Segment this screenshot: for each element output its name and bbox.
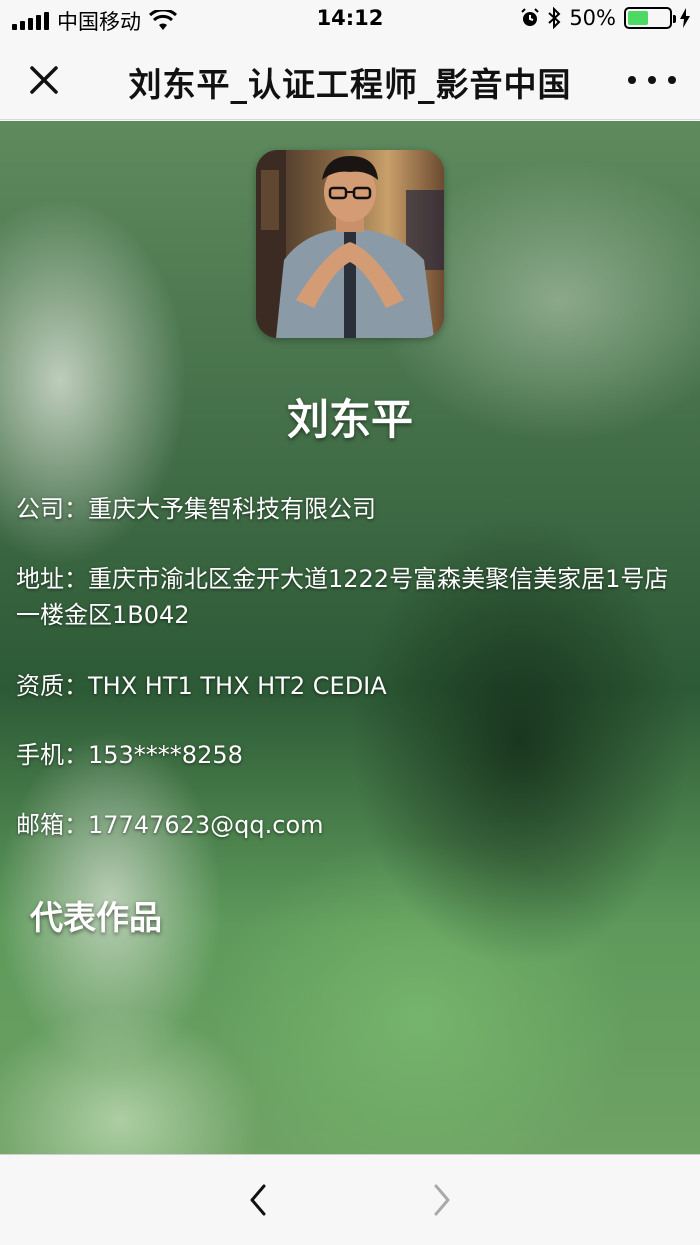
chevron-left-icon[interactable]	[240, 1180, 276, 1220]
bluetooth-icon	[548, 7, 561, 29]
chevron-right-icon[interactable]	[424, 1180, 460, 1220]
bottom-toolbar	[0, 1154, 700, 1245]
company-line: 公司：重庆大予集智科技有限公司	[16, 491, 688, 527]
email-value[interactable]: 17747623@qq.com	[88, 811, 324, 839]
qualification-line: 资质：THX HT1 THX HT2 CEDIA	[16, 668, 688, 704]
nav-bar: 刘东平_认证工程师_影音中国	[0, 40, 700, 120]
status-right: 50%	[521, 6, 690, 30]
qualification-label: 资质：	[16, 672, 88, 700]
page-title: 刘东平_认证工程师_影音中国	[128, 65, 572, 104]
charging-icon	[680, 8, 690, 28]
battery-percent: 50%	[569, 6, 616, 30]
address-line: 地址：重庆市渝北区金开大道1222号富森美聚信美家居1号店一楼金区1B042	[16, 561, 688, 633]
phone-label: 手机：	[16, 741, 88, 769]
battery-fill	[628, 11, 648, 25]
email-line: 邮箱：17747623@qq.com	[16, 807, 688, 843]
address-label: 地址：	[16, 565, 88, 593]
phone-value[interactable]: 153****8258	[88, 741, 243, 769]
alarm-icon	[521, 8, 540, 26]
company-label: 公司：	[16, 495, 88, 523]
works-section-title: 代表作品	[30, 898, 162, 937]
profile-content: 刘东平 公司：重庆大予集智科技有限公司 地址：重庆市渝北区金开大道1222号富森…	[0, 121, 700, 1154]
close-icon[interactable]	[24, 60, 64, 100]
address-value: 重庆市渝北区金开大道1222号富森美聚信美家居1号店一楼金区1B042	[16, 565, 669, 629]
company-value: 重庆大予集智科技有限公司	[88, 495, 376, 523]
phone-line: 手机：153****8258	[16, 737, 688, 773]
battery-icon	[624, 7, 676, 29]
profile-name: 刘东平	[286, 395, 413, 444]
status-bar: 中国移动 14:12 50%	[0, 0, 700, 40]
email-label: 邮箱：	[16, 811, 88, 839]
qualification-value: THX HT1 THX HT2 CEDIA	[88, 672, 387, 700]
avatar	[256, 150, 444, 338]
more-icon[interactable]	[628, 62, 676, 98]
